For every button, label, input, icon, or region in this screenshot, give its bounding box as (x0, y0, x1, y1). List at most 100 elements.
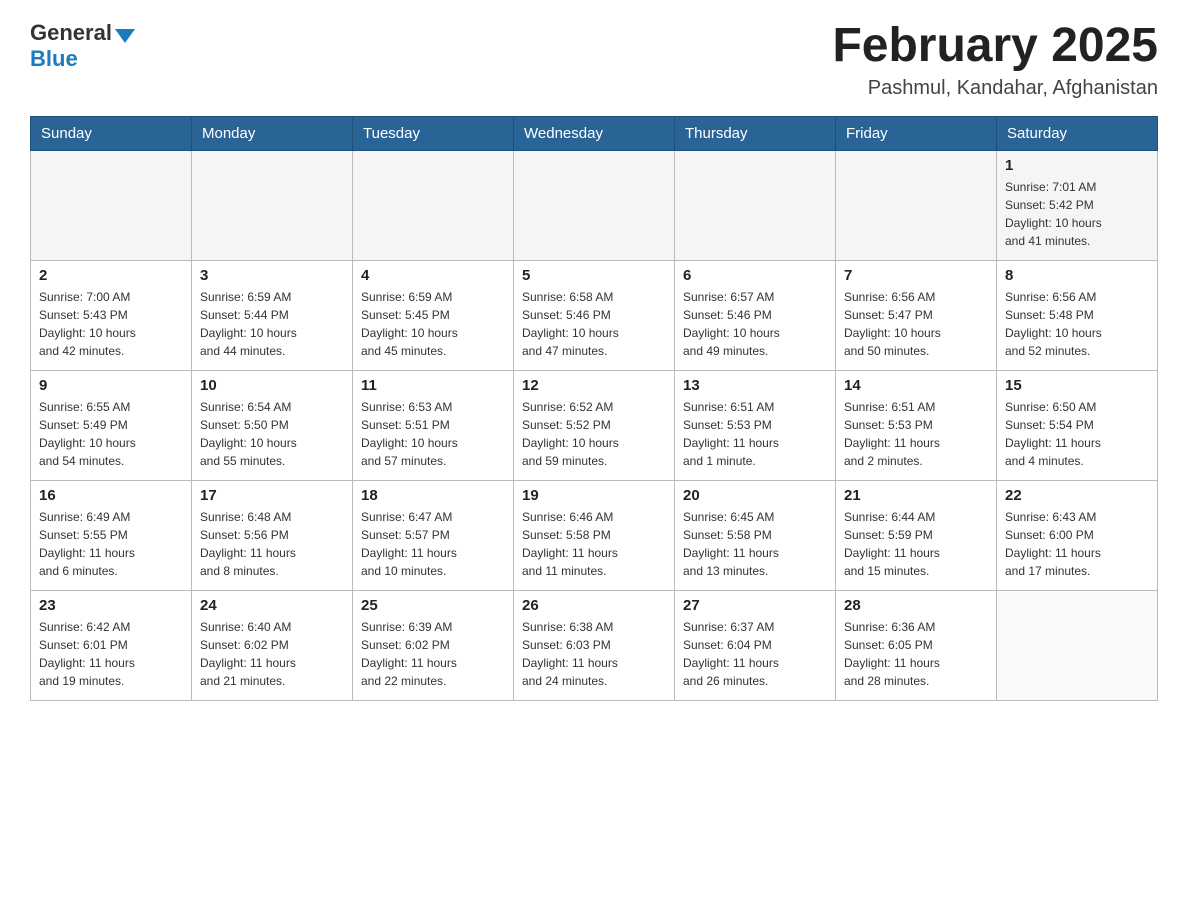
day-number: 23 (39, 597, 183, 614)
week-row-5: 23 Sunrise: 6:42 AM Sunset: 6:01 PM Dayli… (31, 590, 1158, 700)
weekday-thursday: Thursday (675, 116, 836, 150)
day-number: 22 (1005, 487, 1149, 504)
weekday-tuesday: Tuesday (353, 116, 514, 150)
day-info: Sunrise: 6:56 AM Sunset: 5:47 PM Dayligh… (844, 288, 988, 360)
day-number: 26 (522, 597, 666, 614)
calendar-cell: 5 Sunrise: 6:58 AM Sunset: 5:46 PM Daylig… (514, 260, 675, 370)
day-info: Sunrise: 6:42 AM Sunset: 6:01 PM Dayligh… (39, 618, 183, 690)
day-number: 11 (361, 377, 505, 394)
calendar-cell: 15 Sunrise: 6:50 AM Sunset: 5:54 PM Dayli… (997, 370, 1158, 480)
calendar-cell: 19Sunrise: 6:46 AM Sunset: 5:58 PM Dayli… (514, 480, 675, 590)
day-number: 2 (39, 267, 183, 284)
calendar-cell (514, 150, 675, 260)
calendar-cell: 17 Sunrise: 6:48 AM Sunset: 5:56 PM Dayli… (192, 480, 353, 590)
day-info: Sunrise: 6:38 AM Sunset: 6:03 PM Dayligh… (522, 618, 666, 690)
calendar-cell: 1 Sunrise: 7:01 AM Sunset: 5:42 PM Daylig… (997, 150, 1158, 260)
calendar-cell: 25 Sunrise: 6:39 AM Sunset: 6:02 PM Dayli… (353, 590, 514, 700)
day-info: Sunrise: 6:37 AM Sunset: 6:04 PM Dayligh… (683, 618, 827, 690)
calendar-cell: 28 Sunrise: 6:36 AM Sunset: 6:05 PM Dayli… (836, 590, 997, 700)
calendar-cell: 27 Sunrise: 6:37 AM Sunset: 6:04 PM Dayli… (675, 590, 836, 700)
day-number: 17 (200, 487, 344, 504)
day-info: Sunrise: 6:44 AM Sunset: 5:59 PM Dayligh… (844, 508, 988, 580)
title-section: February 2025 Pashmul, Kandahar, Afghani… (832, 20, 1158, 100)
day-number: 28 (844, 597, 988, 614)
day-info: Sunrise: 6:45 AM Sunset: 5:58 PM Dayligh… (683, 508, 827, 580)
day-number: 14 (844, 377, 988, 394)
calendar-cell: 13 Sunrise: 6:51 AM Sunset: 5:53 PM Dayli… (675, 370, 836, 480)
calendar-cell: 24 Sunrise: 6:40 AM Sunset: 6:02 PM Dayli… (192, 590, 353, 700)
weekday-wednesday: Wednesday (514, 116, 675, 150)
day-number: 9 (39, 377, 183, 394)
calendar-cell (997, 590, 1158, 700)
calendar-cell: 26 Sunrise: 6:38 AM Sunset: 6:03 PM Dayli… (514, 590, 675, 700)
day-number: 20 (683, 487, 827, 504)
calendar-cell: 12Sunrise: 6:52 AM Sunset: 5:52 PM Dayli… (514, 370, 675, 480)
day-info: Sunrise: 6:58 AM Sunset: 5:46 PM Dayligh… (522, 288, 666, 360)
day-info: Sunrise: 6:46 AM Sunset: 5:58 PM Dayligh… (522, 508, 666, 580)
week-row-4: 16 Sunrise: 6:49 AM Sunset: 5:55 PM Dayli… (31, 480, 1158, 590)
day-number: 16 (39, 487, 183, 504)
day-number: 4 (361, 267, 505, 284)
day-info: Sunrise: 7:00 AM Sunset: 5:43 PM Dayligh… (39, 288, 183, 360)
calendar-cell (192, 150, 353, 260)
day-info: Sunrise: 6:47 AM Sunset: 5:57 PM Dayligh… (361, 508, 505, 580)
logo: General Blue (30, 20, 135, 72)
calendar-cell: 2 Sunrise: 7:00 AM Sunset: 5:43 PM Daylig… (31, 260, 192, 370)
weekday-monday: Monday (192, 116, 353, 150)
calendar-cell: 21 Sunrise: 6:44 AM Sunset: 5:59 PM Dayli… (836, 480, 997, 590)
day-number: 1 (1005, 157, 1149, 174)
day-info: Sunrise: 6:40 AM Sunset: 6:02 PM Dayligh… (200, 618, 344, 690)
day-info: Sunrise: 6:59 AM Sunset: 5:44 PM Dayligh… (200, 288, 344, 360)
day-number: 15 (1005, 377, 1149, 394)
page-header: General Blue February 2025 Pashmul, Kand… (30, 20, 1158, 100)
calendar-cell: 8Sunrise: 6:56 AM Sunset: 5:48 PM Daylig… (997, 260, 1158, 370)
day-info: Sunrise: 6:36 AM Sunset: 6:05 PM Dayligh… (844, 618, 988, 690)
calendar-cell: 20 Sunrise: 6:45 AM Sunset: 5:58 PM Dayli… (675, 480, 836, 590)
day-info: Sunrise: 6:53 AM Sunset: 5:51 PM Dayligh… (361, 398, 505, 470)
day-number: 7 (844, 267, 988, 284)
calendar-cell (31, 150, 192, 260)
day-number: 5 (522, 267, 666, 284)
day-info: Sunrise: 6:54 AM Sunset: 5:50 PM Dayligh… (200, 398, 344, 470)
day-number: 3 (200, 267, 344, 284)
weekday-sunday: Sunday (31, 116, 192, 150)
calendar-cell: 11 Sunrise: 6:53 AM Sunset: 5:51 PM Dayli… (353, 370, 514, 480)
calendar-cell (675, 150, 836, 260)
day-number: 13 (683, 377, 827, 394)
week-row-3: 9Sunrise: 6:55 AM Sunset: 5:49 PM Daylig… (31, 370, 1158, 480)
day-number: 18 (361, 487, 505, 504)
day-info: Sunrise: 6:43 AM Sunset: 6:00 PM Dayligh… (1005, 508, 1149, 580)
calendar-cell: 7 Sunrise: 6:56 AM Sunset: 5:47 PM Daylig… (836, 260, 997, 370)
calendar-cell: 10Sunrise: 6:54 AM Sunset: 5:50 PM Dayli… (192, 370, 353, 480)
day-number: 8 (1005, 267, 1149, 284)
calendar-cell: 9Sunrise: 6:55 AM Sunset: 5:49 PM Daylig… (31, 370, 192, 480)
day-number: 27 (683, 597, 827, 614)
day-number: 6 (683, 267, 827, 284)
calendar-cell (836, 150, 997, 260)
calendar-cell: 6 Sunrise: 6:57 AM Sunset: 5:46 PM Daylig… (675, 260, 836, 370)
day-info: Sunrise: 6:59 AM Sunset: 5:45 PM Dayligh… (361, 288, 505, 360)
weekday-header-row: SundayMondayTuesdayWednesdayThursdayFrid… (31, 116, 1158, 150)
day-info: Sunrise: 6:51 AM Sunset: 5:53 PM Dayligh… (844, 398, 988, 470)
day-number: 24 (200, 597, 344, 614)
week-row-2: 2 Sunrise: 7:00 AM Sunset: 5:43 PM Daylig… (31, 260, 1158, 370)
day-info: Sunrise: 6:49 AM Sunset: 5:55 PM Dayligh… (39, 508, 183, 580)
day-info: Sunrise: 6:57 AM Sunset: 5:46 PM Dayligh… (683, 288, 827, 360)
calendar-cell: 16 Sunrise: 6:49 AM Sunset: 5:55 PM Dayli… (31, 480, 192, 590)
day-info: Sunrise: 6:51 AM Sunset: 5:53 PM Dayligh… (683, 398, 827, 470)
logo-arrow-icon (115, 29, 135, 43)
day-info: Sunrise: 6:48 AM Sunset: 5:56 PM Dayligh… (200, 508, 344, 580)
day-number: 25 (361, 597, 505, 614)
day-info: Sunrise: 6:39 AM Sunset: 6:02 PM Dayligh… (361, 618, 505, 690)
month-title: February 2025 (832, 20, 1158, 73)
day-info: Sunrise: 6:50 AM Sunset: 5:54 PM Dayligh… (1005, 398, 1149, 470)
day-info: Sunrise: 7:01 AM Sunset: 5:42 PM Dayligh… (1005, 178, 1149, 250)
location-title: Pashmul, Kandahar, Afghanistan (832, 77, 1158, 100)
logo-blue-text: Blue (30, 46, 78, 71)
day-info: Sunrise: 6:52 AM Sunset: 5:52 PM Dayligh… (522, 398, 666, 470)
day-number: 21 (844, 487, 988, 504)
logo-general-text: General (30, 20, 112, 46)
calendar-cell (353, 150, 514, 260)
calendar-cell: 18 Sunrise: 6:47 AM Sunset: 5:57 PM Dayli… (353, 480, 514, 590)
weekday-friday: Friday (836, 116, 997, 150)
